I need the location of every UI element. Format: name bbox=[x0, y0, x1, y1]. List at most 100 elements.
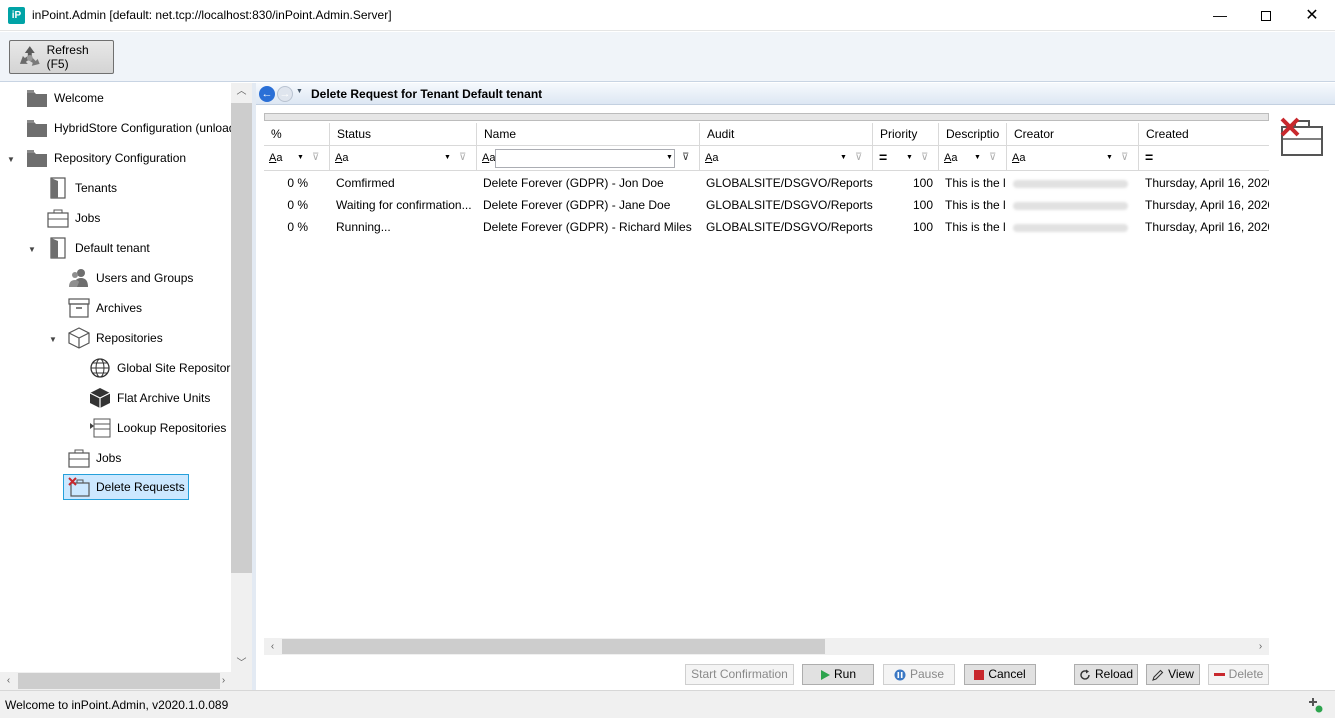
filter-operator[interactable]: = bbox=[879, 149, 887, 165]
tree-item-hybridstore[interactable]: HybridStore Configuration (unloaded) bbox=[26, 115, 231, 141]
scroll-down-icon[interactable]: ﹀ bbox=[231, 655, 252, 672]
scroll-thumb[interactable] bbox=[282, 639, 825, 654]
column-header-audit[interactable]: Audit bbox=[700, 123, 873, 146]
column-header-priority[interactable]: Priority bbox=[873, 123, 939, 146]
clear-filter-icon[interactable]: ⊽ bbox=[921, 152, 928, 163]
scroll-thumb[interactable] bbox=[18, 673, 220, 689]
chevron-down-icon[interactable]: ▼ bbox=[297, 154, 304, 161]
delete-button[interactable]: Delete bbox=[1208, 664, 1269, 685]
clear-filter-icon[interactable]: ⊽ bbox=[459, 152, 466, 163]
tree-item-repository-configuration[interactable]: Repository Configuration bbox=[26, 145, 186, 171]
tree-item-archives[interactable]: Archives bbox=[68, 295, 142, 321]
chevron-down-icon[interactable]: ▼ bbox=[840, 154, 847, 161]
tree-item-default-tenant[interactable]: Default tenant bbox=[47, 235, 150, 261]
filter-priority[interactable]: = ▼ ⊽ bbox=[873, 146, 939, 171]
filter-created[interactable]: = bbox=[1139, 146, 1269, 171]
view-button[interactable]: View bbox=[1146, 664, 1200, 685]
collapse-arrow-icon[interactable]: ▼ bbox=[7, 155, 15, 164]
column-header-status[interactable]: Status bbox=[330, 123, 477, 146]
filter-description[interactable]: Aa ▼ ⊽ bbox=[939, 146, 1007, 171]
back-arrow-icon[interactable]: ← bbox=[259, 86, 275, 102]
scroll-up-icon[interactable]: ︿ bbox=[231, 83, 252, 100]
run-label: Run bbox=[833, 667, 856, 681]
history-dropdown-icon[interactable]: ▼ bbox=[296, 88, 303, 95]
tree-item-tenants[interactable]: Tenants bbox=[47, 175, 117, 201]
filter-status[interactable]: Aa ▼ ⊽ bbox=[330, 146, 477, 171]
tree-item-global-site-repositories[interactable]: Global Site Repositories bbox=[89, 355, 231, 381]
cancel-button[interactable]: Cancel bbox=[964, 664, 1036, 685]
tree-item-delete-requests[interactable]: Delete Requests bbox=[63, 474, 189, 500]
tree-item-flat-archive-units[interactable]: Flat Archive Units bbox=[89, 385, 210, 411]
tree-item-welcome[interactable]: Welcome bbox=[26, 85, 104, 111]
run-button[interactable]: Run bbox=[802, 664, 874, 685]
scroll-left-icon[interactable]: ‹ bbox=[264, 638, 281, 655]
cube-icon bbox=[68, 327, 90, 349]
collapse-arrow-icon[interactable]: ▼ bbox=[49, 335, 57, 344]
clear-filter-icon[interactable]: ⊽ bbox=[312, 152, 319, 163]
clear-filter-icon[interactable]: ⊽ bbox=[989, 152, 996, 163]
minimize-button[interactable]: — bbox=[1197, 0, 1243, 31]
start-confirmation-button[interactable]: Start Confirmation bbox=[685, 664, 794, 685]
column-header-description[interactable]: Descriptio bbox=[939, 123, 1007, 146]
column-header-created[interactable]: Created bbox=[1139, 123, 1269, 146]
name-filter-input[interactable] bbox=[495, 149, 675, 168]
forward-arrow-icon[interactable]: → bbox=[277, 86, 293, 102]
scroll-left-icon[interactable]: ‹ bbox=[0, 672, 17, 690]
collapse-arrow-icon[interactable]: ▼ bbox=[28, 245, 36, 254]
chevron-down-icon[interactable]: ▼ bbox=[906, 154, 913, 161]
tree-horizontal-scrollbar[interactable]: ‹ › bbox=[0, 672, 252, 690]
chevron-down-icon[interactable]: ▼ bbox=[974, 154, 981, 161]
reload-icon bbox=[1080, 669, 1090, 680]
pause-button[interactable]: Pause bbox=[883, 664, 955, 685]
filter-operator[interactable]: Aa bbox=[269, 152, 282, 164]
clear-filter-icon[interactable]: ⊽ bbox=[855, 152, 862, 163]
chevron-down-icon[interactable]: ▼ bbox=[666, 154, 673, 161]
minus-icon bbox=[1213, 672, 1225, 676]
table-row[interactable]: 0 % Running... Delete Forever (GDPR) - R… bbox=[264, 216, 1269, 238]
table-row[interactable]: 0 % Waiting for confirmation... Delete F… bbox=[264, 194, 1269, 216]
reload-button[interactable]: Reload bbox=[1074, 664, 1138, 685]
clear-filter-icon[interactable]: ⊽ bbox=[682, 152, 689, 163]
cell-description: This is the l bbox=[945, 198, 1006, 212]
cell-status: Comfirmed bbox=[336, 176, 395, 190]
filter-operator[interactable]: Aa bbox=[482, 152, 495, 164]
tree-item-label: Default tenant bbox=[75, 241, 150, 255]
scroll-thumb[interactable] bbox=[231, 103, 252, 573]
clear-filter-icon[interactable]: ⊽ bbox=[1121, 152, 1128, 163]
filter-creator[interactable]: Aa ▼ ⊽ bbox=[1007, 146, 1139, 171]
tree-item-users-and-groups[interactable]: Users and Groups bbox=[68, 265, 193, 291]
column-header-percent[interactable]: % bbox=[264, 123, 330, 146]
tree-item-tenant-jobs[interactable]: Jobs bbox=[68, 445, 121, 471]
tree-item-label: Welcome bbox=[54, 91, 104, 105]
tree-vertical-scrollbar[interactable]: ︿ ﹀ bbox=[231, 83, 252, 672]
tree-item-lookup-repositories[interactable]: Lookup Repositories bbox=[89, 415, 226, 441]
filter-audit[interactable]: Aa ▼ ⊽ bbox=[700, 146, 873, 171]
scroll-right-icon[interactable]: › bbox=[1252, 638, 1269, 655]
cell-name: Delete Forever (GDPR) - Jon Doe bbox=[483, 176, 664, 190]
chevron-down-icon[interactable]: ▼ bbox=[1106, 154, 1113, 161]
filter-percent[interactable]: Aa ▼ ⊽ bbox=[264, 146, 330, 171]
chevron-down-icon[interactable]: ▼ bbox=[444, 154, 451, 161]
close-button[interactable]: ✕ bbox=[1289, 0, 1335, 31]
column-header-name[interactable]: Name bbox=[477, 123, 700, 146]
filter-operator[interactable]: Aa bbox=[944, 152, 957, 164]
tree-item-label: Users and Groups bbox=[96, 271, 194, 285]
folder-icon bbox=[27, 150, 47, 167]
tree-item-repositories[interactable]: Repositories bbox=[68, 325, 163, 351]
filter-name[interactable]: Aa ▼ ⊽ bbox=[477, 146, 700, 171]
grid-header: % Status Name Audit Priority Descriptio … bbox=[264, 123, 1269, 146]
table-row[interactable]: 0 % Comfirmed Delete Forever (GDPR) - Jo… bbox=[264, 172, 1269, 194]
column-header-creator[interactable]: Creator bbox=[1007, 123, 1139, 146]
refresh-button[interactable]: Refresh (F5) bbox=[9, 40, 114, 74]
delete-label: Delete bbox=[1228, 667, 1264, 681]
status-text: Welcome to inPoint.Admin, v2020.1.0.089 bbox=[5, 698, 229, 712]
filter-operator[interactable]: Aa bbox=[335, 152, 348, 164]
cell-created: Thursday, April 16, 2020 bbox=[1145, 220, 1269, 234]
filter-operator[interactable]: Aa bbox=[1012, 152, 1025, 164]
filter-operator[interactable]: Aa bbox=[705, 152, 718, 164]
maximize-button[interactable] bbox=[1243, 0, 1289, 31]
grid-horizontal-scrollbar[interactable]: ‹ › bbox=[264, 638, 1269, 655]
scroll-right-icon[interactable]: › bbox=[215, 672, 232, 690]
tree-item-jobs[interactable]: Jobs bbox=[47, 205, 100, 231]
filter-operator[interactable]: = bbox=[1145, 149, 1153, 165]
